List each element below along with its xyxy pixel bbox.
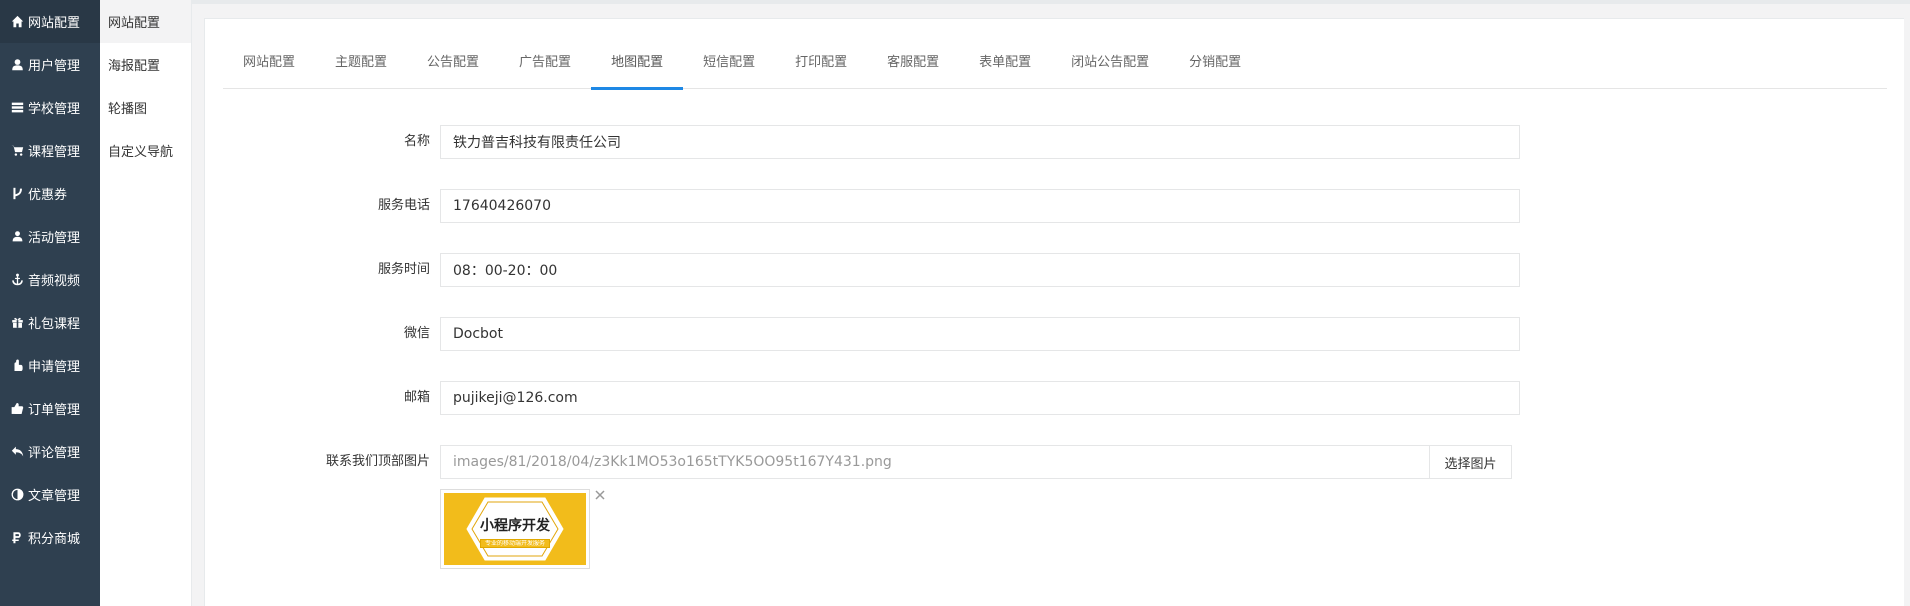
form-row-header-image: 联系我们顶部图片 选择图片 [205,445,1905,479]
tab-sms-config[interactable]: 短信配置 [683,31,775,89]
user-icon [8,56,26,74]
sidebar-item-label: 用户管理 [28,59,81,74]
sidebar-item-label: 礼包课程 [28,317,81,332]
users-icon [8,228,26,246]
tab-label: 主题配置 [335,54,388,70]
tab-label: 广告配置 [519,54,572,70]
subnav-item-label: 自定义导航 [108,145,174,160]
header-image-label: 联系我们顶部图片 [325,454,430,469]
choose-image-button[interactable]: 选择图片 [1430,445,1512,479]
subnav-item-site-config[interactable]: 网站配置 [100,0,191,43]
tab-label: 打印配置 [795,54,848,70]
tab-label: 表单配置 [979,54,1032,70]
sidebar-item-comments[interactable]: 评论管理 [0,430,100,473]
tab-service-config[interactable]: 客服配置 [867,31,959,89]
cart-icon [8,142,26,160]
sidebar-item-site-config[interactable]: 网站配置 [0,0,100,43]
hours-input[interactable] [440,253,1520,287]
subnav-item-custom-nav[interactable]: 自定义导航 [100,129,191,172]
tab-print-config[interactable]: 打印配置 [775,31,867,89]
tab-label: 网站配置 [243,54,296,70]
sidebar-item-articles[interactable]: 文章管理 [0,473,100,516]
tab-site-config[interactable]: 网站配置 [223,31,315,89]
form-row-email: 邮箱 [205,381,1905,415]
tab-label: 客服配置 [887,54,940,70]
header-image-path-input[interactable] [440,445,1430,479]
tab-label: 公告配置 [427,54,480,70]
contrast-icon [8,486,26,504]
tab-label: 短信配置 [703,54,756,70]
secondary-nav: 网站配置 海报配置 轮播图 自定义导航 [100,0,192,606]
subnav-item-label: 海报配置 [108,59,161,74]
tab-form-config[interactable]: 表单配置 [959,31,1051,89]
sidebar-item-label: 文章管理 [28,489,81,504]
tab-label: 地图配置 [611,54,664,70]
anchor-icon [8,271,26,289]
form-row-hours: 服务时间 [205,253,1905,287]
form-row-name: 名称 [205,125,1905,159]
branch-icon [8,185,26,203]
form-row-wechat: 微信 [205,317,1905,351]
subnav-item-label: 网站配置 [108,16,161,31]
config-tabs: 网站配置 主题配置 公告配置 广告配置 地图配置 短信配置 打印配置 客服配置 … [223,31,1887,90]
phone-input[interactable] [440,189,1520,223]
sidebar-item-activities[interactable]: 活动管理 [0,215,100,258]
sidebar-item-orders[interactable]: 订单管理 [0,387,100,430]
thumbnail-image: 小程序开发 专业的移动端开发服务 [444,493,586,565]
subnav-item-poster-config[interactable]: 海报配置 [100,43,191,86]
tab-distribution-config[interactable]: 分销配置 [1169,31,1261,89]
sidebar-item-label: 评论管理 [28,446,81,461]
table-icon [8,99,26,117]
tab-label: 闭站公告配置 [1071,54,1150,70]
wechat-input[interactable] [440,317,1520,351]
reply-icon [8,443,26,461]
sidebar-item-points-mall[interactable]: 积分商城 [0,516,100,559]
sidebar-item-label: 活动管理 [28,231,81,246]
sidebar-item-label: 优惠券 [28,188,68,203]
home-icon [8,13,26,31]
thumbnail-title: 小程序开发 [480,518,550,534]
name-label: 名称 [403,134,430,149]
tab-map-config[interactable]: 地图配置 [591,31,684,90]
sidebar-item-label: 申请管理 [28,360,81,375]
sidebar-item-label: 课程管理 [28,145,81,160]
sidebar-item-media[interactable]: 音频视频 [0,258,100,301]
phone-label: 服务电话 [377,198,430,213]
hand-icon [8,357,26,375]
sidebar-item-gift-courses[interactable]: 礼包课程 [0,301,100,344]
wechat-label: 微信 [403,326,430,341]
ruble-icon [8,529,26,547]
sidebar-item-label: 学校管理 [28,102,81,117]
tab-label: 分销配置 [1189,54,1242,70]
sidebar-item-label: 订单管理 [28,403,81,418]
main-sidebar: 网站配置 用户管理 学校管理 课程管理 优惠券 活动管理 音频视频 礼包课程 申… [0,0,100,606]
sidebar-item-users[interactable]: 用户管理 [0,43,100,86]
sidebar-item-coupons[interactable]: 优惠券 [0,172,100,215]
email-input[interactable] [440,381,1520,415]
gift-icon [8,314,26,332]
name-input[interactable] [440,125,1520,159]
sidebar-item-courses[interactable]: 课程管理 [0,129,100,172]
tab-theme-config[interactable]: 主题配置 [315,31,407,89]
thumbnail-subtitle: 专业的移动端开发服务 [480,539,550,548]
sidebar-item-label: 积分商城 [28,532,81,547]
sidebar-item-applications[interactable]: 申请管理 [0,344,100,387]
header-image-thumbnail: 小程序开发 专业的移动端开发服务 [440,489,590,569]
subnav-item-carousel[interactable]: 轮播图 [100,86,191,129]
sidebar-item-schools[interactable]: 学校管理 [0,86,100,129]
top-bar [0,0,1910,4]
email-label: 邮箱 [403,390,430,405]
remove-image-icon[interactable] [594,489,606,501]
tab-notice-config[interactable]: 公告配置 [407,31,499,89]
sidebar-item-label: 音频视频 [28,274,81,289]
form-row-phone: 服务电话 [205,189,1905,223]
tab-ad-config[interactable]: 广告配置 [499,31,591,89]
subnav-item-label: 轮播图 [108,102,148,117]
config-panel: 网站配置 主题配置 公告配置 广告配置 地图配置 短信配置 打印配置 客服配置 … [204,18,1904,606]
sidebar-item-label: 网站配置 [28,16,81,31]
hours-label: 服务时间 [377,262,430,277]
thumbs-up-icon [8,400,26,418]
tab-closure-notice-config[interactable]: 闭站公告配置 [1051,31,1169,89]
